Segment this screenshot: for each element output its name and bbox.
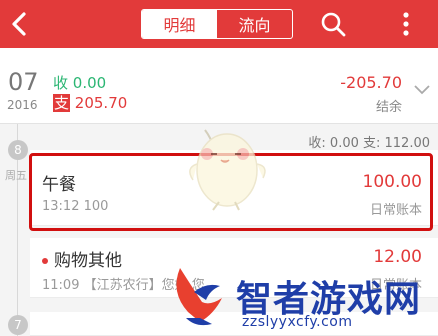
record-time: 13:12 <box>42 199 80 214</box>
back-arrow-icon[interactable] <box>4 6 38 42</box>
tab-flow[interactable]: 流向 <box>217 10 292 38</box>
view-switcher: 明细 流向 <box>141 9 293 39</box>
expense-value: 205.70 <box>74 94 128 112</box>
record-title-text: 购物其他 <box>54 251 122 271</box>
record-note: 100 <box>83 199 109 214</box>
watermark-url: zzslyyxcfy.com <box>242 314 353 330</box>
watermark-logo-icon <box>166 262 230 332</box>
record-account: 日常账本 <box>369 203 422 218</box>
search-icon[interactable] <box>318 9 348 39</box>
category-dot <box>42 258 48 264</box>
month-income: 收 0.00 <box>53 72 106 93</box>
chevron-down-icon[interactable] <box>413 82 431 96</box>
income-value: 0.00 <box>72 74 107 92</box>
month-number: 07 <box>8 68 39 96</box>
record-title: 购物其他 <box>42 246 122 271</box>
year-number: 2016 <box>7 98 38 112</box>
balance-value: -205.70 <box>340 73 402 92</box>
month-summary[interactable]: 07 2016 收 0.00 支 205.70 -205.70 结余 <box>0 48 438 124</box>
weekday-label: 周五 <box>5 169 27 182</box>
mascot-illustration <box>183 124 271 214</box>
top-bar: 明细 流向 <box>0 0 438 48</box>
income-label: 收 <box>53 74 69 92</box>
expense-label: 支 <box>53 94 71 112</box>
day-badge: 7 <box>8 315 28 335</box>
day-badge: 8 <box>8 140 28 160</box>
record-time: 11:09 <box>42 278 80 293</box>
record-title: 午餐 <box>42 175 76 195</box>
record-amount: 100.00 <box>362 172 422 192</box>
tab-details[interactable]: 明细 <box>142 10 217 38</box>
record-subtitle: 13:12 100 <box>42 199 108 214</box>
month-expense: 支 205.70 <box>53 92 127 113</box>
record-amount: 12.00 <box>373 247 422 267</box>
balance-label: 结余 <box>375 100 402 115</box>
more-menu-icon[interactable] <box>396 9 416 39</box>
